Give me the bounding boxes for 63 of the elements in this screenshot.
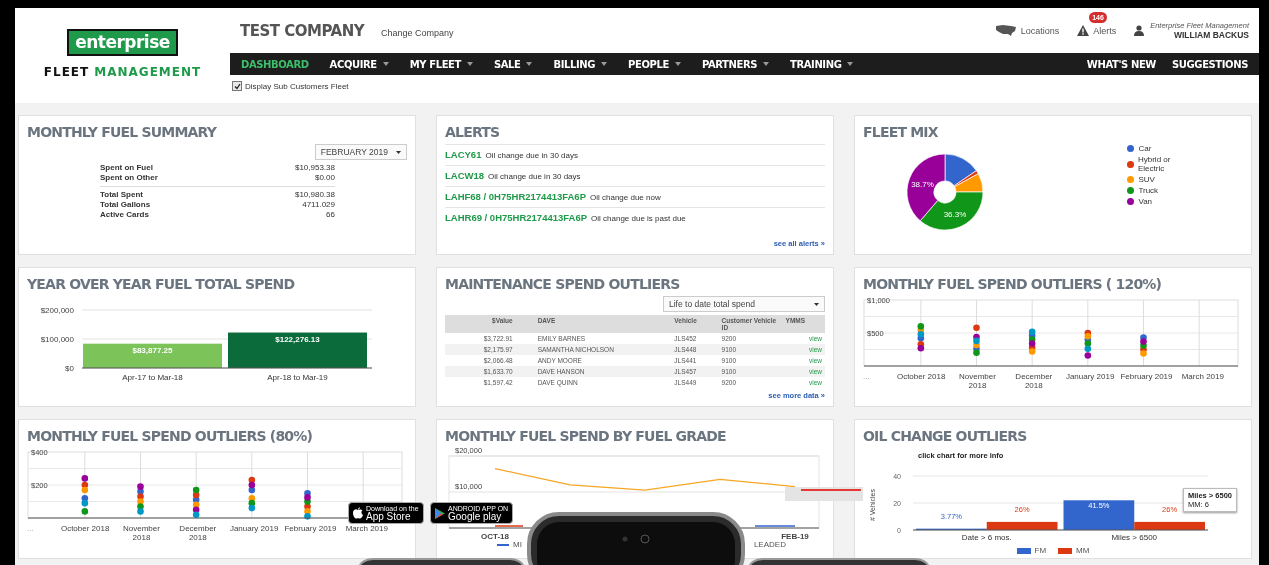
legend-label: MI (513, 540, 522, 549)
summary-label: Total Spent (100, 190, 143, 200)
summary-label: Spent on Fuel (100, 163, 153, 173)
summary-value: 4711.029 (302, 200, 335, 210)
summary-label: Spent on Other (100, 173, 158, 183)
company-name: TEST COMPANY (240, 21, 365, 40)
slice-label: 38.7% (911, 179, 934, 189)
alert-message: Oil change due now (590, 193, 661, 202)
summary-label: Active Cards (100, 210, 149, 220)
summary-value: 66 (326, 210, 335, 220)
axis-label: March 2019 (1180, 372, 1225, 383)
axis-label: Date > 6 mos. (961, 533, 1012, 542)
legend-label: FM (1034, 546, 1047, 555)
summary-value: $10,953.38 (294, 163, 335, 173)
card-title: OIL CHANGE OUTLIERS (863, 428, 1028, 444)
card-title: MONTHLY FUEL SPEND OUTLIERS (80%) (27, 428, 314, 444)
axis-label: $100,000 (40, 335, 74, 344)
alert-message: Oil change due in 30 days (485, 151, 578, 160)
axis-label: FEB-19 (781, 532, 809, 540)
axis-label: February 2019 (1119, 372, 1174, 383)
card-title: MONTHLY FUEL SUMMARY (27, 124, 218, 140)
axis-label: Apr-17 to Mar-18 (122, 373, 183, 382)
axis-label: ... (863, 372, 871, 383)
legend-label: LEADED (753, 540, 786, 549)
axis-label: January 2019 (1064, 372, 1116, 383)
axis-label: December 2018 (1014, 372, 1054, 390)
alert-message: Oil change due is past due (591, 214, 686, 223)
card-title: YEAR OVER YEAR FUEL TOTAL SPEND (27, 276, 296, 292)
slice-label: 36.3% (943, 209, 967, 219)
logo-subtitle: FLEET (43, 65, 90, 79)
legend-label: SUV (1138, 175, 1155, 184)
card-title: ALERTS (445, 124, 501, 140)
axis-label: December 2018 (178, 524, 218, 542)
axis-label: January 2019 (228, 524, 280, 535)
axis-label: October 2018 (895, 372, 947, 383)
logo-subtitle: MANAGEMENT (94, 65, 202, 79)
axis-label: Apr-18 to Mar-19 (267, 373, 328, 382)
summary-value: $10,980.38 (294, 190, 335, 200)
legend-label: Van (1138, 197, 1153, 206)
card-title: FLEET MIX (863, 124, 939, 140)
axis-label: Miles > 6500 (1111, 533, 1158, 542)
legend-label: Truck (1138, 186, 1159, 195)
alert-message: Oil change due in 30 days (488, 172, 581, 181)
axis-label: $200,000 (40, 306, 74, 315)
card-title: MONTHLY FUEL SPEND OUTLIERS ( 120%) (863, 276, 1163, 292)
axis-label: March 2019 (344, 524, 389, 535)
legend-label: MM (1076, 546, 1090, 555)
axis-label: ... (27, 524, 35, 535)
axis-label: November 2018 (122, 524, 161, 542)
legend-label: Hybrid or Electric (1137, 155, 1172, 173)
summary-value: $0.00 (314, 173, 335, 183)
axis-label: OCT-18 (481, 532, 509, 540)
card-title: MAINTENANCE SPEND OUTLIERS (445, 276, 681, 292)
axis-label: February 2019 (283, 524, 338, 535)
axis-label: $0 (65, 364, 74, 373)
axis-label: October 2018 (59, 524, 111, 535)
bar-value-label: $83,877.25 (132, 345, 173, 355)
checkbox-label: Display Sub Customers Fleet (245, 81, 349, 91)
summary-label: Total Gallons (100, 200, 151, 210)
bar-value-label: $122,276.13 (275, 334, 320, 344)
axis-label: November 2018 (958, 372, 997, 390)
card-title: MONTHLY FUEL SPEND BY FUEL GRADE (445, 428, 727, 444)
legend-label: Car (1138, 144, 1152, 153)
